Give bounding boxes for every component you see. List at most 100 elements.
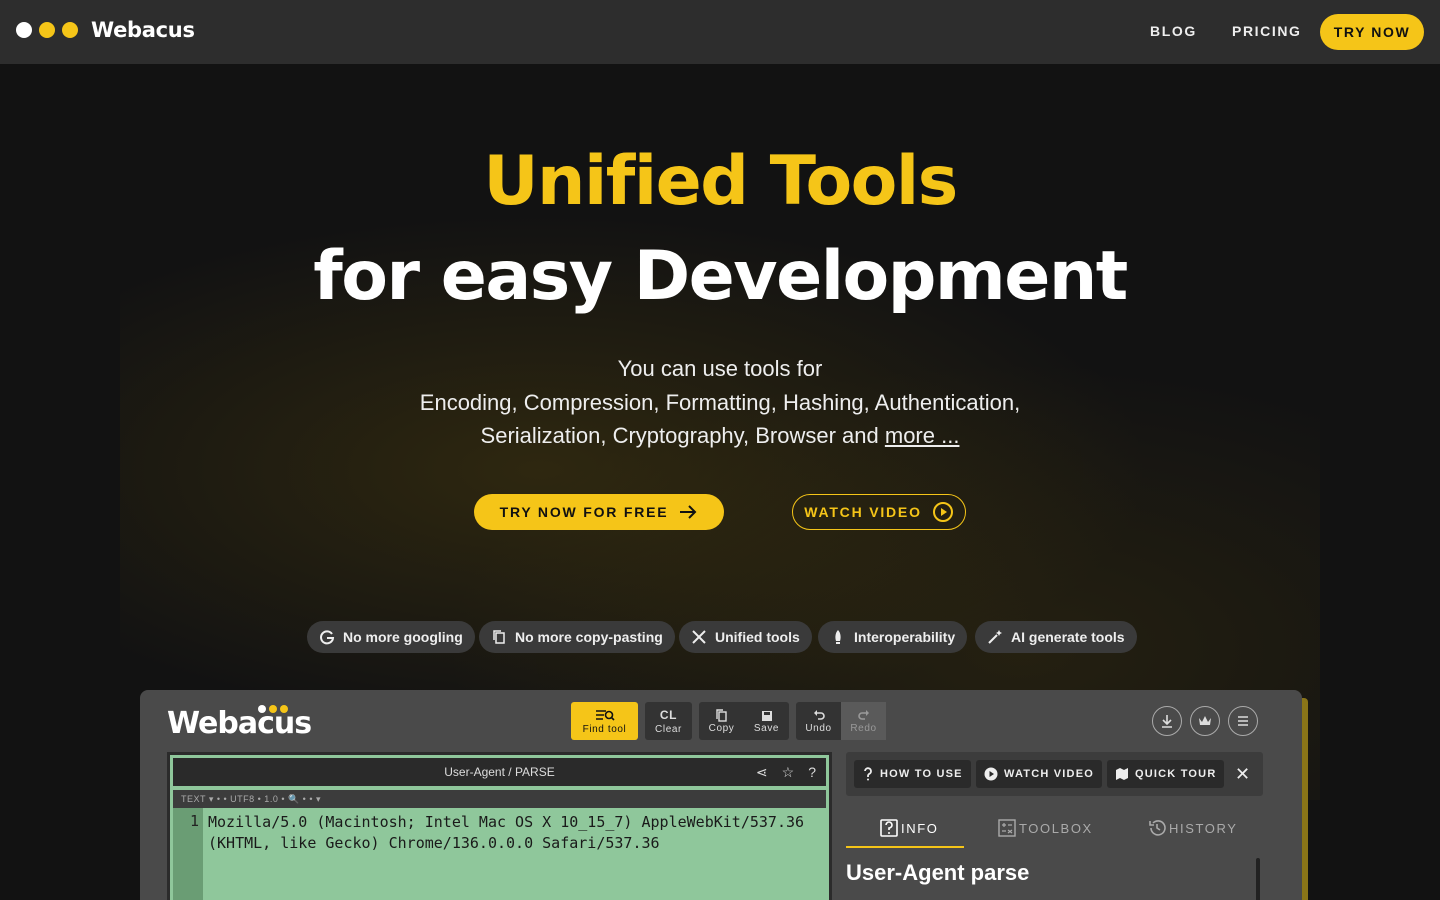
watch-video-button[interactable]: WATCH VIDEO: [792, 494, 966, 530]
more-link[interactable]: more ...: [885, 423, 960, 448]
chip-label: No more googling: [343, 629, 463, 645]
download-icon: [1162, 715, 1172, 728]
undo-icon: [813, 709, 825, 720]
arrow-right-icon: [680, 505, 697, 519]
chip-no-more-googling[interactable]: No more googling: [307, 621, 475, 653]
play-icon: [984, 767, 998, 781]
clear-button[interactable]: CL Clear: [645, 702, 692, 740]
undo-redo-group: Undo Redo: [796, 702, 886, 740]
editor-content[interactable]: Mozilla/5.0 (Macintosh; Intel Mac OS X 1…: [208, 812, 826, 854]
editor-header: User-Agent / PARSE ⋖ ☆ ?: [173, 758, 826, 786]
tab-toolbox[interactable]: TOOLBOX: [997, 816, 1093, 840]
chip-label: Interoperability: [854, 629, 956, 645]
star-icon[interactable]: ☆: [782, 764, 795, 781]
app-preview: Webacus Find tool CL Clear Copy Save Und…: [140, 690, 1302, 900]
help-icon[interactable]: ?: [808, 764, 816, 781]
download-button[interactable]: [1152, 706, 1182, 736]
save-button[interactable]: Save: [744, 702, 789, 740]
app-logo-dots: [258, 705, 291, 713]
copy-icon: [715, 708, 727, 722]
chip-interoperability[interactable]: Interoperability: [818, 621, 968, 653]
map-icon: [1116, 768, 1128, 780]
how-to-use-button[interactable]: HOW TO USE: [854, 760, 971, 788]
copy-label: Copy: [708, 722, 735, 734]
undo-label: Undo: [805, 722, 832, 734]
history-icon: [1149, 820, 1166, 836]
editor-panel: User-Agent / PARSE ⋖ ☆ ? TEXT ▾ • • UTF8…: [167, 752, 832, 900]
close-icon[interactable]: ✕: [1235, 764, 1250, 785]
menu-button[interactable]: [1228, 706, 1258, 736]
top-nav: Webacus BLOG PRICING TRY NOW: [0, 0, 1440, 64]
hero-subtitle-line2: Encoding, Compression, Formatting, Hashi…: [419, 390, 1021, 415]
watch-video-side-button[interactable]: WATCH VIDEO: [976, 760, 1102, 788]
undo-button[interactable]: Undo: [796, 702, 841, 740]
editor-subbar[interactable]: TEXT ▾ • • UTF8 • 1.0 • 🔍 • • ▾: [173, 790, 826, 808]
copy-icon: [493, 630, 505, 644]
magic-wand-icon: [988, 630, 1002, 644]
brand-name: Webacus: [91, 18, 195, 42]
chip-label: No more copy-pasting: [515, 629, 663, 645]
redo-icon: [857, 709, 869, 720]
redo-button[interactable]: Redo: [841, 702, 886, 740]
chip-unified-tools[interactable]: Unified tools: [679, 621, 812, 653]
logo-dot-icon: [269, 705, 277, 713]
side-action-bar: HOW TO USE WATCH VIDEO QUICK TOUR ✕: [846, 752, 1263, 796]
logo-dot-icon: [258, 705, 266, 713]
panel-title: User-Agent parse: [846, 860, 1030, 885]
save-icon: [761, 710, 772, 721]
google-icon: [320, 630, 335, 645]
tools-icon: [692, 630, 706, 644]
hero-subtitle-line3: Serialization, Cryptography, Browser and…: [0, 423, 1440, 449]
rocket-icon: [835, 630, 841, 644]
try-now-button[interactable]: TRY NOW: [1320, 14, 1424, 50]
chip-label: Unified tools: [715, 629, 800, 645]
tab-info[interactable]: INFO: [879, 816, 938, 840]
play-circle-icon: [932, 502, 953, 522]
copy-button[interactable]: Copy: [699, 702, 744, 740]
how-to-use-label: HOW TO USE: [880, 768, 963, 780]
tab-info-label: INFO: [901, 820, 939, 836]
logo-dot-icon: [16, 22, 32, 38]
watch-video-label: WATCH VIDEO: [804, 504, 922, 520]
premium-button[interactable]: [1190, 706, 1220, 736]
hero-title-line2: for easy Development: [313, 237, 1128, 316]
chip-label: AI generate tools: [1011, 629, 1125, 645]
chip-no-more-copy-pasting[interactable]: No more copy-pasting: [479, 621, 675, 653]
clear-label: Clear: [655, 723, 682, 735]
editor-header-actions: ⋖ ☆ ?: [756, 764, 816, 781]
watch-video-side-label: WATCH VIDEO: [1004, 768, 1094, 780]
redo-label: Redo: [850, 722, 877, 734]
save-label: Save: [753, 722, 780, 734]
line-number-gutter: 1: [173, 808, 203, 900]
find-tool-button[interactable]: Find tool: [571, 702, 638, 740]
tab-history[interactable]: HISTORY: [1147, 816, 1238, 840]
clear-icon: CL: [659, 707, 678, 722]
tab-toolbox-label: TOOLBOX: [1019, 820, 1093, 836]
try-now-for-free-label: TRY NOW FOR FREE: [499, 504, 669, 520]
nav-link-pricing[interactable]: PRICING: [1232, 23, 1302, 39]
question-icon: [864, 767, 872, 781]
logo[interactable]: Webacus: [16, 18, 195, 42]
copy-save-group: Copy Save: [699, 702, 789, 740]
hero-subtitle-text: Serialization, Cryptography, Browser and: [480, 423, 885, 448]
toolbox-icon: [998, 819, 1016, 837]
quick-tour-button[interactable]: QUICK TOUR: [1107, 760, 1225, 788]
active-tab-indicator: [846, 846, 964, 848]
hero-subtitle-line1: You can use tools for: [617, 356, 823, 381]
panel-scrollbar[interactable]: [1256, 858, 1260, 900]
editor-title: User-Agent / PARSE: [444, 765, 555, 779]
crown-icon: [1199, 716, 1211, 725]
logo-dot-icon: [280, 705, 288, 713]
info-icon: [880, 819, 898, 837]
quick-tour-label: QUICK TOUR: [1135, 768, 1217, 780]
logo-dot-icon: [62, 22, 78, 38]
nav-link-blog[interactable]: BLOG: [1150, 23, 1197, 39]
hero-title-line1: Unified Tools: [483, 142, 958, 221]
tab-history-label: HISTORY: [1169, 820, 1238, 836]
hamburger-icon: [1238, 716, 1248, 726]
share-icon[interactable]: ⋖: [756, 764, 768, 781]
logo-dot-icon: [39, 22, 55, 38]
find-icon: [595, 709, 615, 721]
chip-ai-generate-tools[interactable]: AI generate tools: [975, 621, 1137, 653]
try-now-for-free-button[interactable]: TRY NOW FOR FREE: [474, 494, 724, 530]
